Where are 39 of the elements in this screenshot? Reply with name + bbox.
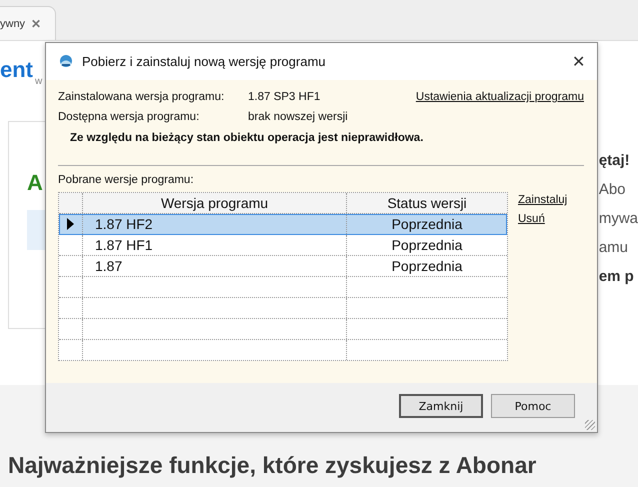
help-button[interactable]: Pomoc: [491, 394, 575, 418]
page-text: ętaj!: [598, 151, 631, 171]
list-label: Pobrane wersje programu:: [58, 174, 195, 186]
table-cell: 1.87: [83, 256, 347, 276]
table-row[interactable]: 1.87 Poprzednia: [59, 256, 507, 277]
page-heading: ent: [0, 59, 33, 81]
table-row[interactable]: 1.87 HF1 Poprzednia: [59, 235, 507, 256]
column-header[interactable]: Wersja programu: [83, 193, 347, 213]
window-title: Pobierz i zainstaluj nową wersję programu: [82, 54, 327, 69]
action-link[interactable]: Usuń: [518, 213, 568, 225]
close-button[interactable]: ✕: [572, 52, 585, 72]
close-button[interactable]: Zamknij: [399, 394, 483, 418]
settings-link[interactable]: Ustawienia aktualizacji programu: [416, 91, 584, 103]
table-row[interactable]: 1.87 HF2 Poprzednia: [59, 214, 507, 235]
section-heading: Najważniejsze funkcje, które zyskujesz z Abonar: [8, 452, 536, 479]
field-label: Zainstalowana wersja programu:: [58, 91, 226, 103]
page-text: w: [35, 76, 42, 87]
table-cell: 1.87 HF1: [83, 235, 347, 255]
browser-tab[interactable]: ywny ✕: [0, 6, 56, 40]
app-icon: [58, 54, 74, 70]
table-cell-text: Poprzednia: [390, 257, 464, 276]
page-text: amu: [598, 238, 630, 258]
card-heading: A: [27, 170, 43, 195]
row-indicator-icon: [67, 218, 74, 230]
column-header[interactable]: Status wersji: [347, 193, 507, 213]
page-text: Abo: [598, 180, 627, 200]
field-value: 1.87 SP3 HF1: [248, 91, 322, 103]
table-cell: 1.87 HF2: [83, 214, 347, 234]
action-link[interactable]: Zainstaluj: [518, 194, 568, 206]
tab-title: ywny: [0, 18, 26, 30]
page-text: mywa: [598, 209, 638, 229]
table-cell-text: Poprzednia: [390, 236, 464, 255]
close-icon[interactable]: ✕: [31, 16, 42, 30]
table-cell-text: Poprzednia: [390, 215, 464, 234]
field-value: brak nowszej wersji: [248, 111, 349, 123]
error-message: Ze względu na bieżący stan obiektu operacja jest nieprawidłowa.: [70, 132, 424, 144]
resize-grip-icon[interactable]: [585, 420, 595, 430]
page-text: em p: [598, 267, 635, 287]
field-label: Dostępna wersja programu:: [58, 111, 200, 123]
